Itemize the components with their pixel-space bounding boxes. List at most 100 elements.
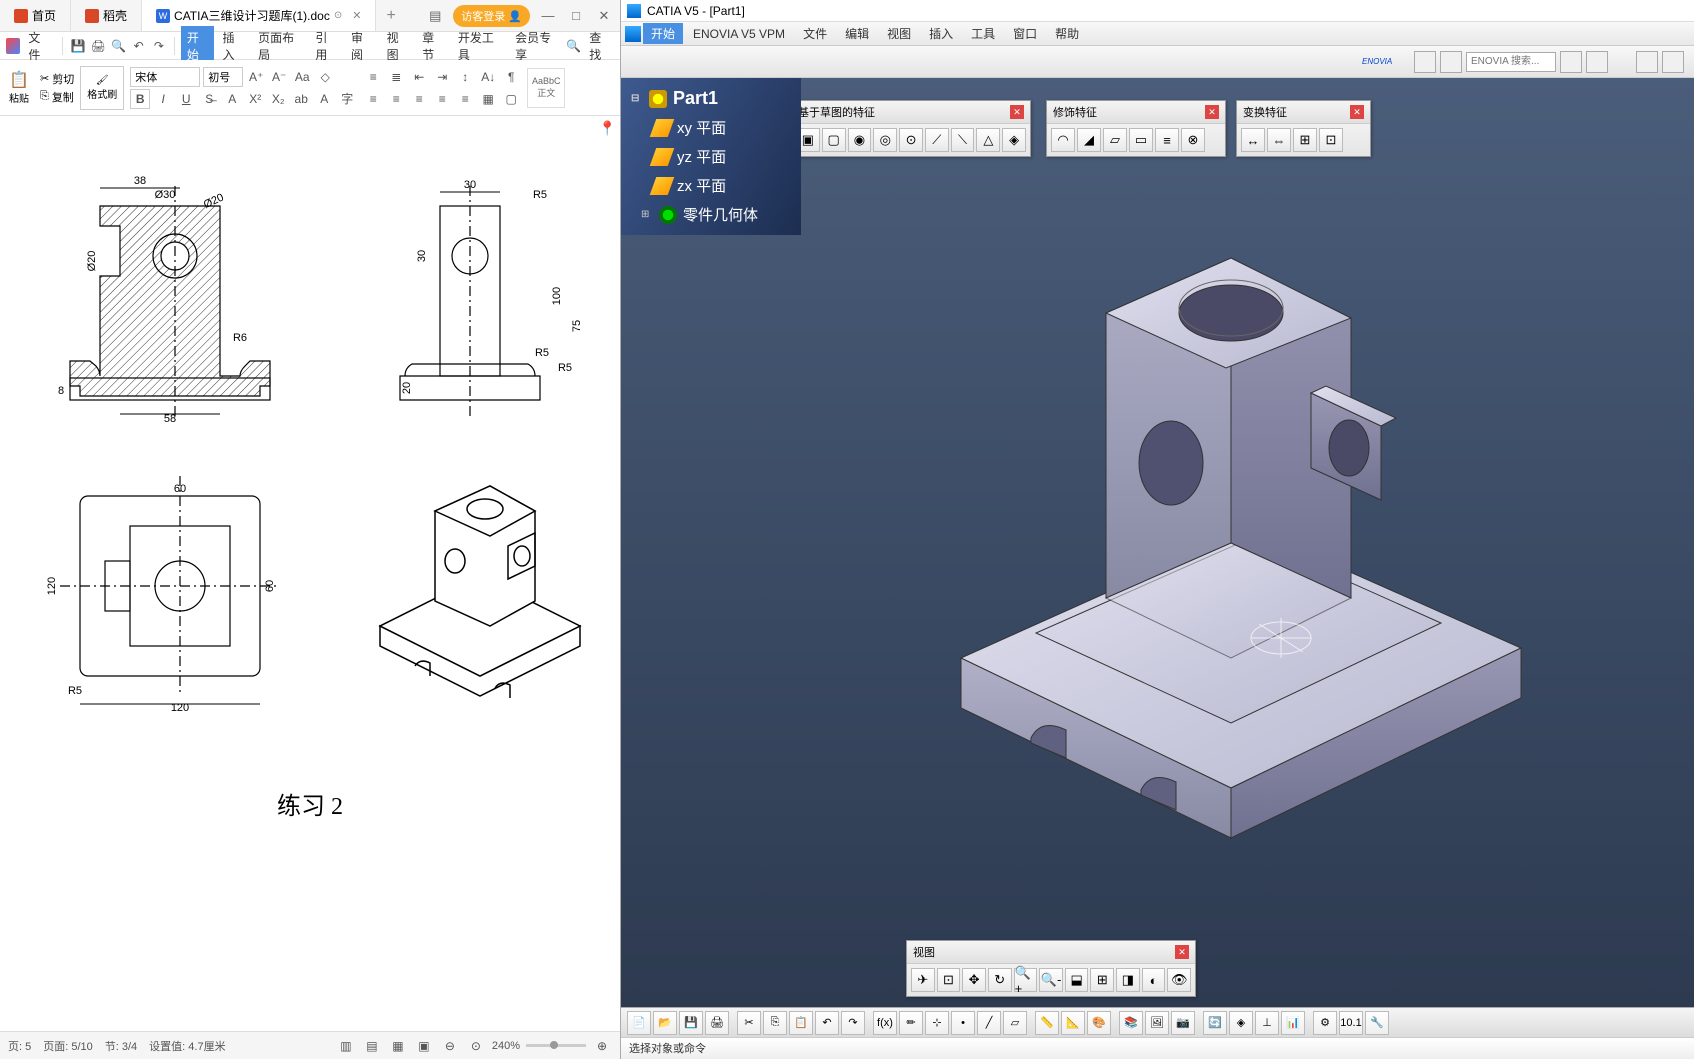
- view-mode3-icon[interactable]: ▦: [388, 1036, 408, 1056]
- enovia-btn3[interactable]: [1560, 51, 1582, 73]
- cut-icon[interactable]: ✂: [737, 1011, 761, 1035]
- spec-tree[interactable]: ⊟ Part1 xy 平面 yz 平面 zx 平面 ⊞: [621, 78, 801, 235]
- multi-sections-icon[interactable]: ◈: [1002, 128, 1026, 152]
- shaft-icon[interactable]: ◉: [848, 128, 872, 152]
- expand-icon[interactable]: ⊟: [631, 93, 643, 104]
- catia-logo-icon[interactable]: [625, 26, 641, 42]
- scale-icon[interactable]: ⊡: [1319, 128, 1343, 152]
- border-icon[interactable]: ▢: [501, 89, 521, 109]
- menu-tools[interactable]: 工具: [963, 23, 1003, 44]
- bold-icon[interactable]: B: [130, 89, 150, 109]
- font-size-select[interactable]: [203, 67, 243, 87]
- paste-button[interactable]: 📋 粘贴: [4, 66, 34, 110]
- preview-icon[interactable]: 🔍: [109, 36, 127, 56]
- normal-view-icon[interactable]: ⬓: [1065, 968, 1089, 992]
- axis-icon[interactable]: ⊹: [925, 1011, 949, 1035]
- menu-insert[interactable]: 插入: [921, 23, 961, 44]
- toolbar-dressup[interactable]: 修饰特征 ✕ ◠ ◢ ▱ ▭ ≡ ⊗: [1046, 100, 1226, 157]
- text-effect-icon[interactable]: A: [314, 89, 334, 109]
- expand-icon[interactable]: ⊞: [641, 209, 653, 220]
- viewport-3d[interactable]: ⊟ Part1 xy 平面 yz 平面 zx 平面 ⊞: [621, 78, 1694, 1007]
- menu-edit[interactable]: 编辑: [837, 23, 877, 44]
- enovia-btn5[interactable]: [1636, 51, 1658, 73]
- enovia-btn4[interactable]: [1586, 51, 1608, 73]
- menu-help[interactable]: 帮助: [1047, 23, 1087, 44]
- capture-icon[interactable]: 📷: [1171, 1011, 1195, 1035]
- minimize-icon[interactable]: —: [538, 8, 558, 23]
- thread-icon[interactable]: ⊗: [1181, 128, 1205, 152]
- shrink-font-icon[interactable]: A⁻: [269, 67, 289, 87]
- login-button[interactable]: 访客登录 👤: [453, 5, 530, 27]
- apply-material-icon[interactable]: 🎨: [1087, 1011, 1111, 1035]
- pocket-icon[interactable]: ▢: [822, 128, 846, 152]
- enovia-btn2[interactable]: [1440, 51, 1462, 73]
- show-marks-icon[interactable]: ¶: [501, 67, 521, 87]
- underline-icon[interactable]: U: [176, 89, 196, 109]
- pan-icon[interactable]: ✥: [962, 968, 986, 992]
- undo-icon[interactable]: ↶: [815, 1011, 839, 1035]
- catalog-icon[interactable]: 📚: [1119, 1011, 1143, 1035]
- fit-all-icon[interactable]: ⊡: [937, 968, 961, 992]
- fly-icon[interactable]: ✈: [911, 968, 935, 992]
- measure-item-icon[interactable]: 📐: [1061, 1011, 1085, 1035]
- bullets-icon[interactable]: ≡: [363, 67, 383, 87]
- indent-dec-icon[interactable]: ⇤: [409, 67, 429, 87]
- body-icon[interactable]: ◈: [1229, 1011, 1253, 1035]
- redo-icon[interactable]: ↷: [841, 1011, 865, 1035]
- enovia-btn6[interactable]: [1662, 51, 1684, 73]
- strike-icon[interactable]: S̶: [199, 89, 219, 109]
- menu-file[interactable]: 文件: [795, 23, 835, 44]
- update-icon[interactable]: 🔄: [1203, 1011, 1227, 1035]
- toolbar-view[interactable]: 视图 ✕ ✈ ⊡ ✥ ↻ 🔍+ 🔍- ⬓ ⊞ ◨ ◐ 👁: [906, 940, 1196, 997]
- tree-xy-plane[interactable]: xy 平面: [625, 113, 797, 142]
- toolbar-transform[interactable]: 变换特征 ✕ ↔ ⇔ ⊞ ⊡: [1236, 100, 1371, 157]
- groove-icon[interactable]: ◎: [873, 128, 897, 152]
- save-icon[interactable]: 💾: [679, 1011, 703, 1035]
- menu-enovia[interactable]: ENOVIA V5 VPM: [685, 25, 793, 43]
- document-area[interactable]: 📍 38: [0, 116, 620, 1031]
- formula-icon[interactable]: f(x): [873, 1011, 897, 1035]
- open-icon[interactable]: 📂: [653, 1011, 677, 1035]
- list-icon[interactable]: ▤: [425, 8, 445, 24]
- tree-zx-plane[interactable]: zx 平面: [625, 171, 797, 200]
- tool3-icon[interactable]: 🔧: [1365, 1011, 1389, 1035]
- zoom-in-icon[interactable]: ⊕: [592, 1036, 612, 1056]
- italic-icon[interactable]: I: [153, 89, 173, 109]
- hide-show-icon[interactable]: 👁: [1167, 968, 1191, 992]
- close-icon[interactable]: ✕: [1205, 105, 1219, 119]
- hole-icon[interactable]: ⊙: [899, 128, 923, 152]
- pattern-icon[interactable]: ⊞: [1293, 128, 1317, 152]
- measure-icon[interactable]: 📏: [1035, 1011, 1059, 1035]
- close-icon[interactable]: ✕: [1010, 105, 1024, 119]
- redo-icon[interactable]: ↷: [150, 36, 168, 56]
- zoom-slider[interactable]: [526, 1044, 586, 1047]
- zoom-reset-icon[interactable]: ⊙: [466, 1036, 486, 1056]
- undo-icon[interactable]: ↶: [130, 36, 148, 56]
- translate-icon[interactable]: ↔: [1241, 128, 1265, 152]
- align-dist-icon[interactable]: ≡: [455, 89, 475, 109]
- numbering-icon[interactable]: ≣: [386, 67, 406, 87]
- tab-docer[interactable]: 稻壳: [71, 0, 142, 31]
- view-mode4-icon[interactable]: ▣: [414, 1036, 434, 1056]
- indent-inc-icon[interactable]: ⇥: [432, 67, 452, 87]
- analysis-icon[interactable]: 📊: [1281, 1011, 1305, 1035]
- toolbar-sketch-based[interactable]: 基于草图的特征 ✕ ▣ ▢ ◉ ◎ ⊙ ⟋ ⟍ △ ◈: [791, 100, 1031, 157]
- copy-icon[interactable]: ⎘: [763, 1011, 787, 1035]
- tree-yz-plane[interactable]: yz 平面: [625, 142, 797, 171]
- format-painter-button[interactable]: 🖌 格式刷: [80, 66, 124, 110]
- tree-partbody[interactable]: ⊞ 零件几何体: [625, 200, 797, 229]
- enovia-search-input[interactable]: [1466, 52, 1556, 72]
- paste-icon[interactable]: 📋: [789, 1011, 813, 1035]
- wps-logo-icon[interactable]: [6, 38, 20, 54]
- style-normal[interactable]: AaBbC 正文: [527, 68, 565, 108]
- new-icon[interactable]: 📄: [627, 1011, 651, 1035]
- zoom-out-icon[interactable]: 🔍-: [1039, 968, 1063, 992]
- constraint-icon[interactable]: ⊥: [1255, 1011, 1279, 1035]
- copy-icon[interactable]: ⎘: [40, 90, 49, 103]
- align-justify-icon[interactable]: ≡: [432, 89, 452, 109]
- maximize-icon[interactable]: □: [566, 8, 586, 23]
- draft-icon[interactable]: ▱: [1103, 128, 1127, 152]
- menu-start[interactable]: 开始: [643, 23, 683, 44]
- clear-fmt-icon[interactable]: ◇: [315, 67, 335, 87]
- print-icon[interactable]: 🖨: [89, 36, 107, 56]
